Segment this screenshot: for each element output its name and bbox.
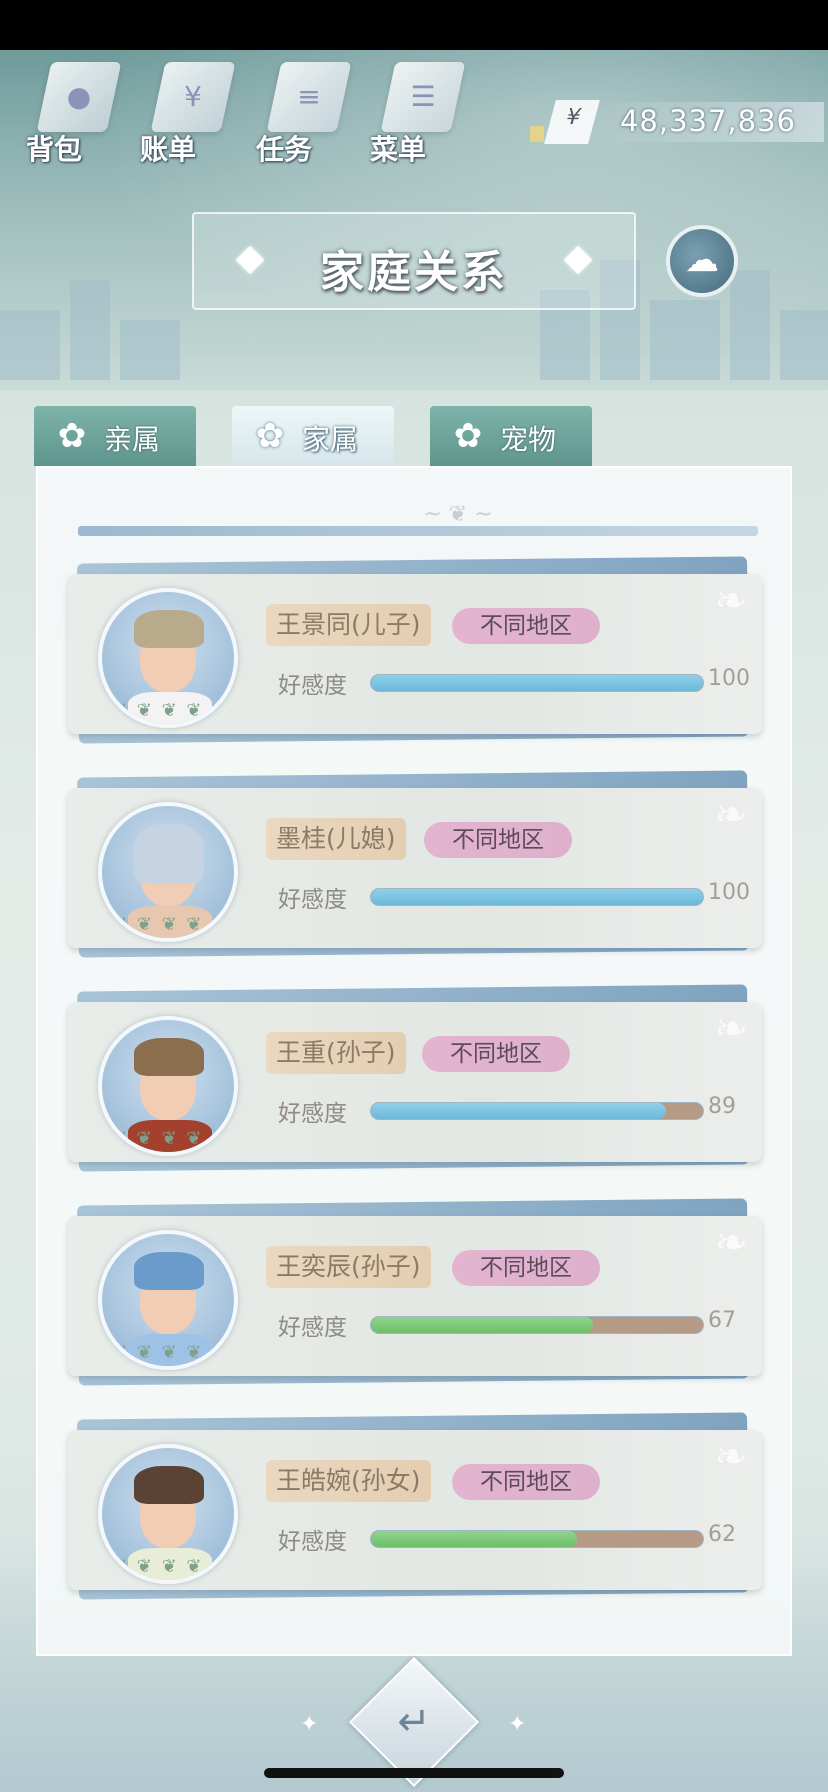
task-label: 任务: [256, 133, 313, 166]
avatar[interactable]: ❦ ❦ ❦ ❦: [98, 802, 238, 942]
flower-icon: ✿: [57, 416, 87, 456]
affinity-label: 好感度: [278, 1101, 347, 1127]
lace-ornament: ❧: [714, 1006, 748, 1052]
avatar[interactable]: ❦ ❦ ❦ ❦: [98, 1444, 238, 1584]
tab-pets[interactable]: ✿ 宠物: [430, 406, 592, 466]
coin-icon: [530, 126, 544, 142]
affinity-fill: [371, 1531, 577, 1547]
affinity-label: 好感度: [278, 1529, 347, 1555]
scroll-ornament: ~ ❦ ~: [423, 502, 493, 527]
bill-button[interactable]: ¥ 账单: [140, 62, 240, 172]
back-arrow-icon[interactable]: ↵: [380, 1690, 448, 1754]
avatar[interactable]: ❦ ❦ ❦ ❦: [98, 1016, 238, 1156]
bottom-ornament-left: ✦: [300, 1712, 319, 1737]
bill-icon: ¥: [184, 80, 202, 113]
lace-ornament: ❧: [714, 1434, 748, 1480]
bill-label: 账单: [140, 133, 197, 166]
leaf-ornament: ❦ ❦ ❦ ❦: [112, 1342, 204, 1363]
panel-top-strip: [78, 526, 758, 536]
region-badge: 不同地区: [452, 1464, 600, 1500]
family-tree-icon: ☁: [685, 240, 719, 280]
leaf-ornament: ❦ ❦ ❦ ❦: [112, 700, 204, 721]
member-name: 王皓婉(孙女): [266, 1460, 431, 1502]
currency-amount: 48,337,836: [619, 104, 796, 138]
region-badge: 不同地区: [422, 1036, 570, 1072]
tab-label: 宠物: [500, 423, 557, 456]
home-indicator[interactable]: [264, 1768, 564, 1778]
task-button[interactable]: ≡ 任务: [256, 62, 356, 172]
currency-display: ¥ 48,337,836: [530, 100, 824, 144]
page-title: 家庭关系: [320, 247, 508, 298]
member-name: 王奕辰(孙子): [266, 1246, 431, 1288]
menu-icon: ☰: [410, 80, 436, 113]
bag-icon: ●: [66, 80, 92, 113]
region-badge: 不同地区: [452, 1250, 600, 1286]
family-member-card[interactable]: ❦ ❦ ❦ ❦ 王重(孙子) 不同地区 好感度 89 ❧: [68, 984, 762, 1172]
tab-label: 亲属: [104, 423, 161, 456]
task-icon: ≡: [297, 80, 321, 113]
bottom-ornament-right: ✦: [508, 1712, 527, 1737]
member-name: 王重(孙子): [266, 1032, 406, 1074]
affinity-label: 好感度: [278, 673, 347, 699]
family-member-card[interactable]: ❦ ❦ ❦ ❦ 王皓婉(孙女) 不同地区 好感度 62 ❧: [68, 1412, 762, 1600]
affinity-label: 好感度: [278, 1315, 347, 1341]
bag-button[interactable]: ● 背包: [26, 62, 126, 172]
tab-relatives[interactable]: ✿ 亲属: [34, 406, 196, 466]
menu-label: 菜单: [370, 133, 427, 166]
affinity-fill: [371, 1317, 594, 1333]
avatar[interactable]: ❦ ❦ ❦ ❦: [98, 1230, 238, 1370]
avatar[interactable]: ❦ ❦ ❦ ❦: [98, 588, 238, 728]
affinity-label: 好感度: [278, 887, 347, 913]
member-name: 墨桂(儿媳): [266, 818, 406, 860]
lace-ornament: ❧: [714, 792, 748, 838]
lace-ornament: ❧: [714, 578, 748, 624]
family-member-card[interactable]: ❦ ❦ ❦ ❦ 王景同(儿子) 不同地区 好感度 100 ❧: [68, 556, 762, 744]
status-bar: [0, 0, 828, 50]
family-member-card[interactable]: ❦ ❦ ❦ ❦ 墨桂(儿媳) 不同地区 好感度 100 ❧: [68, 770, 762, 958]
member-name: 王景同(儿子): [266, 604, 431, 646]
leaf-ornament: ❦ ❦ ❦ ❦: [112, 1128, 204, 1149]
flower-icon: ✿: [255, 416, 285, 456]
region-badge: 不同地区: [452, 608, 600, 644]
family-member-card[interactable]: ❦ ❦ ❦ ❦ 王奕辰(孙子) 不同地区 好感度 67 ❧: [68, 1198, 762, 1386]
leaf-ornament: ❦ ❦ ❦ ❦: [112, 1556, 204, 1577]
yen-icon: ¥: [544, 100, 600, 144]
region-badge: 不同地区: [424, 822, 572, 858]
tab-label: 家属: [302, 423, 359, 456]
family-tree-button[interactable]: ☁: [666, 225, 738, 297]
menu-button[interactable]: ☰ 菜单: [370, 62, 470, 172]
leaf-ornament: ❦ ❦ ❦ ❦: [112, 914, 204, 935]
page-title-frame: 家庭关系: [192, 212, 636, 310]
lace-ornament: ❧: [714, 1220, 748, 1266]
flower-icon: ✿: [453, 416, 483, 456]
tab-family[interactable]: ✿ 家属: [232, 406, 394, 466]
bag-label: 背包: [26, 133, 83, 166]
